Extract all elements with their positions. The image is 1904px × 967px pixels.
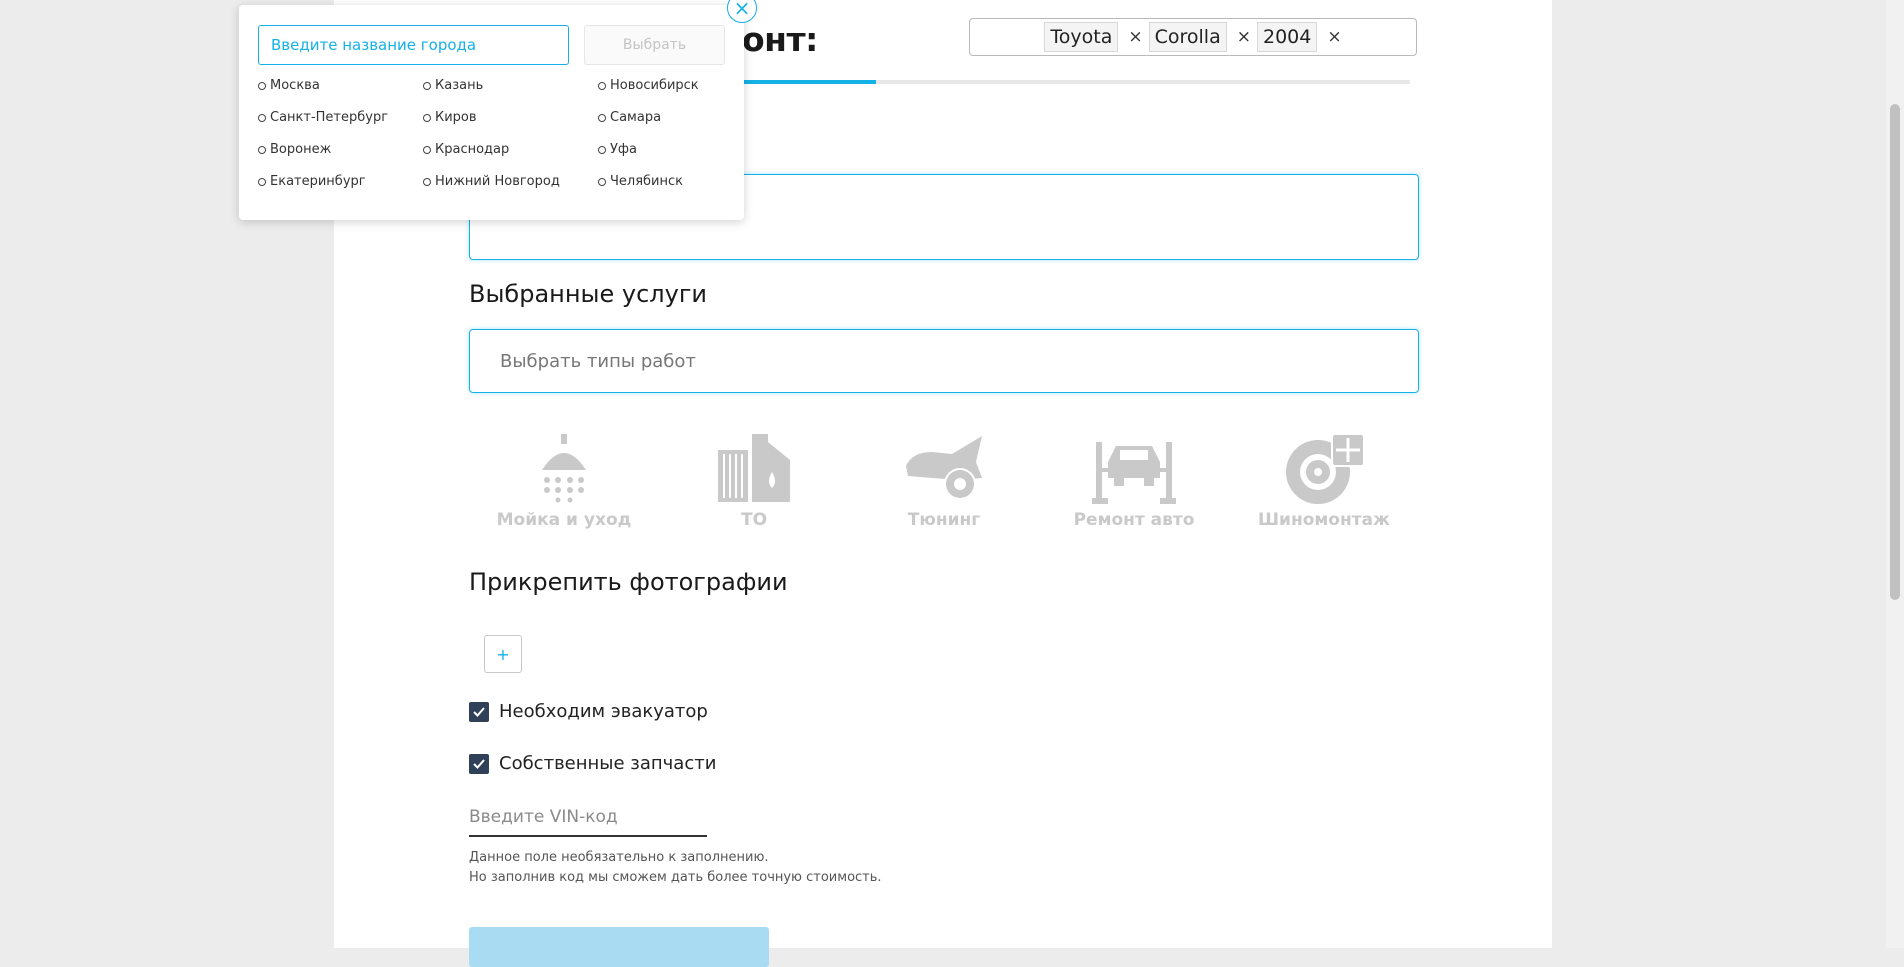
radio-icon <box>598 177 606 186</box>
city-label: Москва <box>270 78 320 93</box>
service-label: Тюнинг <box>907 510 981 530</box>
tuning-car-icon <box>906 436 982 500</box>
city-label: Новосибирск <box>610 78 699 93</box>
city-label: Уфа <box>610 142 638 157</box>
checkmark-icon <box>473 758 485 769</box>
tag-remove-icon[interactable]: × <box>1237 27 1251 47</box>
service-label: Шиномонтаж <box>1258 510 1390 530</box>
service-repair[interactable]: Ремонт авто <box>1039 432 1229 542</box>
city-label: Краснодар <box>435 142 510 157</box>
radio-icon <box>423 177 431 186</box>
scrollbar[interactable] <box>1886 0 1904 948</box>
photos-title: Прикрепить фотографии <box>469 568 788 596</box>
city-option[interactable]: Краснодар <box>423 142 509 157</box>
city-option[interactable]: Уфа <box>598 142 637 157</box>
city-label: Казань <box>435 78 484 93</box>
own-parts-option[interactable]: Собственные запчасти <box>469 753 716 774</box>
tag-remove-icon[interactable]: × <box>1128 27 1142 47</box>
own-parts-checkbox[interactable] <box>469 753 489 774</box>
city-option[interactable]: Москва <box>258 78 320 93</box>
radio-icon <box>598 81 606 90</box>
scrollbar-thumb[interactable] <box>1890 104 1900 600</box>
car-tag-label: Toyota <box>1044 22 1119 52</box>
city-label: Санкт-Петербург <box>270 110 389 125</box>
car-tags-field[interactable]: Toyota × Corolla × 2004 × <box>969 18 1417 56</box>
city-label: Екатеринбург <box>270 174 366 189</box>
city-option[interactable]: Челябинск <box>598 174 683 189</box>
tow-truck-label: Необходим эвакуатор <box>499 701 708 722</box>
submit-button[interactable] <box>469 927 769 967</box>
car-tag-model: Corolla × <box>1148 22 1251 52</box>
page-title: онт: <box>742 20 818 59</box>
city-option[interactable]: Нижний Новгород <box>423 174 560 189</box>
radio-icon <box>258 177 266 186</box>
city-label: Самара <box>610 110 662 125</box>
add-photo-button[interactable]: + <box>484 635 522 673</box>
tag-remove-icon[interactable]: × <box>1327 27 1341 47</box>
service-wash[interactable]: Мойка и уход <box>469 432 659 542</box>
city-label: Челябинск <box>610 174 684 189</box>
car-tag-label: 2004 <box>1256 22 1318 52</box>
service-label: ТО <box>740 510 768 530</box>
city-option[interactable]: Киров <box>423 110 477 125</box>
service-categories: Мойка и уход ТО Тюнинг Ремонт авто Шином… <box>469 432 1419 542</box>
progress-bar <box>742 80 1410 84</box>
city-label: Киров <box>435 110 477 125</box>
work-types-placeholder: Выбрать типы работ <box>500 350 696 372</box>
own-parts-label: Собственные запчасти <box>499 753 717 774</box>
city-picker-popup: Выбрать Москва Казань Новосибирск Санкт-… <box>239 5 744 220</box>
city-option[interactable]: Екатеринбург <box>258 174 366 189</box>
service-label: Ремонт авто <box>1073 510 1195 530</box>
radio-icon <box>258 81 266 90</box>
vin-hint-line: Но заполнив код мы сможем дать более точ… <box>469 870 882 885</box>
checkmark-icon <box>473 706 485 717</box>
shower-icon <box>542 434 586 503</box>
work-types-select[interactable]: Выбрать типы работ <box>469 329 1419 393</box>
vin-hint: Данное поле необязательно к заполнению. … <box>469 848 882 888</box>
service-maintenance[interactable]: ТО <box>659 432 849 542</box>
radio-icon <box>423 145 431 154</box>
city-option[interactable]: Воронеж <box>258 142 331 157</box>
radio-icon <box>258 113 266 122</box>
radio-icon <box>423 81 431 90</box>
radio-icon <box>423 113 431 122</box>
car-tag-year: 2004 × <box>1256 22 1342 52</box>
car-tag-make: Toyota × <box>1044 22 1143 52</box>
progress-fill <box>742 80 876 84</box>
service-tuning[interactable]: Тюнинг <box>849 432 1039 542</box>
city-option[interactable]: Санкт-Петербург <box>258 110 388 125</box>
city-search-input[interactable] <box>258 25 569 65</box>
city-option[interactable]: Казань <box>423 78 483 93</box>
tow-truck-option[interactable]: Необходим эвакуатор <box>469 701 708 722</box>
vin-input[interactable] <box>469 799 707 837</box>
vin-hint-line: Данное поле необязательно к заполнению. <box>469 850 769 865</box>
city-option[interactable]: Новосибирск <box>598 78 699 93</box>
city-option[interactable]: Самара <box>598 110 661 125</box>
tow-truck-checkbox[interactable] <box>469 701 489 722</box>
service-tires[interactable]: Шиномонтаж <box>1229 432 1419 542</box>
selected-services-title: Выбранные услуги <box>469 280 708 308</box>
oil-filter-icon <box>718 434 790 502</box>
car-lift-icon <box>1092 442 1176 504</box>
city-label: Воронеж <box>270 142 332 157</box>
choose-city-button[interactable]: Выбрать <box>584 25 725 65</box>
car-tag-label: Corolla <box>1148 22 1227 52</box>
service-label: Мойка и уход <box>496 510 632 530</box>
radio-icon <box>258 145 266 154</box>
radio-icon <box>598 145 606 154</box>
tire-wrench-icon <box>1286 433 1365 504</box>
radio-icon <box>598 113 606 122</box>
city-label: Нижний Новгород <box>435 174 560 189</box>
